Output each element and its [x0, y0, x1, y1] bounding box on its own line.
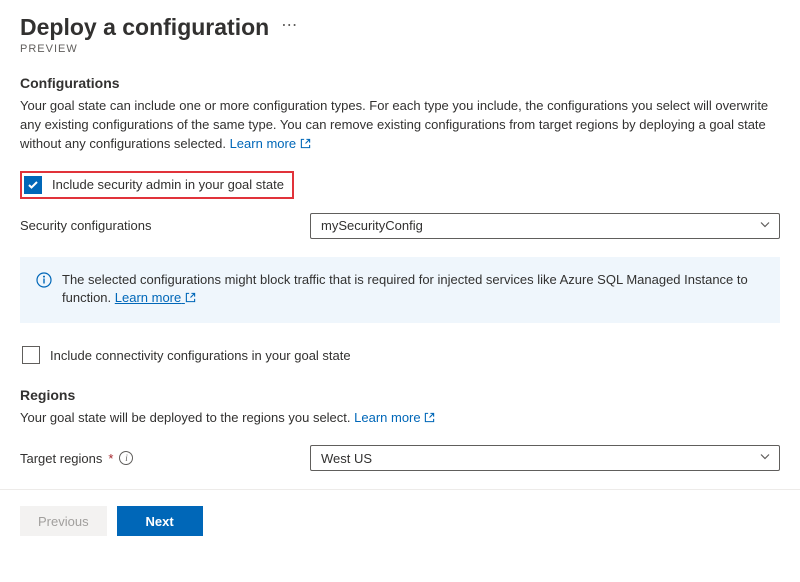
- security-configurations-label: Security configurations: [20, 218, 310, 233]
- configurations-description: Your goal state can include one or more …: [20, 97, 780, 155]
- previous-button[interactable]: Previous: [20, 506, 107, 536]
- next-button[interactable]: Next: [117, 506, 203, 536]
- regions-heading: Regions: [20, 387, 780, 403]
- required-indicator: *: [108, 451, 113, 466]
- info-banner-text: The selected configurations might block …: [62, 271, 764, 310]
- more-icon[interactable]: ⋯: [281, 18, 297, 38]
- include-security-admin-checkbox-row[interactable]: Include security admin in your goal stat…: [20, 171, 294, 199]
- include-connectivity-checkbox[interactable]: [22, 346, 40, 364]
- footer: Previous Next: [0, 490, 800, 554]
- chevron-down-icon: [759, 218, 771, 233]
- regions-learn-more-link[interactable]: Learn more: [354, 410, 435, 425]
- chevron-down-icon: [759, 451, 771, 466]
- security-configurations-value: mySecurityConfig: [321, 218, 423, 233]
- configurations-learn-more-link[interactable]: Learn more: [230, 136, 311, 151]
- include-connectivity-checkbox-row[interactable]: Include connectivity configurations in y…: [20, 343, 359, 367]
- include-connectivity-label: Include connectivity configurations in y…: [50, 348, 351, 363]
- target-regions-label: Target regions: [20, 451, 102, 466]
- configurations-heading: Configurations: [20, 75, 780, 91]
- page-title: Deploy a configuration: [20, 14, 269, 41]
- external-link-icon: [300, 136, 311, 155]
- info-icon: [36, 272, 52, 294]
- banner-learn-more-link[interactable]: Learn more: [115, 290, 196, 305]
- target-regions-select[interactable]: West US: [310, 445, 780, 471]
- include-security-admin-label: Include security admin in your goal stat…: [52, 177, 284, 192]
- target-regions-value: West US: [321, 451, 372, 466]
- regions-description: Your goal state will be deployed to the …: [20, 409, 780, 429]
- info-banner: The selected configurations might block …: [20, 257, 780, 324]
- external-link-icon: [185, 290, 196, 309]
- external-link-icon: [424, 410, 435, 429]
- security-configurations-select[interactable]: mySecurityConfig: [310, 213, 780, 239]
- include-security-admin-checkbox[interactable]: [24, 176, 42, 194]
- preview-badge: PREVIEW: [20, 43, 780, 55]
- info-icon[interactable]: i: [119, 451, 133, 465]
- check-icon: [27, 179, 39, 191]
